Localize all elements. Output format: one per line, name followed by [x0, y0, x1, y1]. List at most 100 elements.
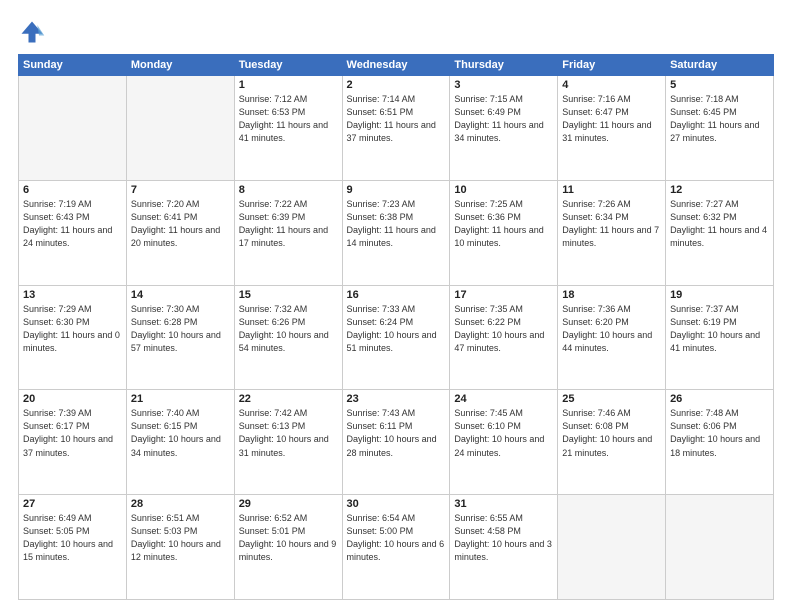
day-number: 2: [347, 79, 446, 91]
day-number: 21: [131, 393, 230, 405]
day-number: 19: [670, 289, 769, 301]
calendar-cell: 26 Sunrise: 7:48 AMSunset: 6:06 PMDayligh…: [666, 390, 774, 495]
day-detail: Sunrise: 7:35 AMSunset: 6:22 PMDaylight:…: [454, 303, 553, 355]
day-detail: Sunrise: 7:48 AMSunset: 6:06 PMDaylight:…: [670, 407, 769, 459]
day-number: 3: [454, 79, 553, 91]
day-number: 8: [239, 184, 338, 196]
logo-icon: [18, 18, 46, 46]
calendar-cell: 28 Sunrise: 6:51 AMSunset: 5:03 PMDayligh…: [126, 495, 234, 600]
day-detail: Sunrise: 7:22 AMSunset: 6:39 PMDaylight:…: [239, 198, 338, 250]
calendar-cell: 2 Sunrise: 7:14 AMSunset: 6:51 PMDaylight…: [342, 76, 450, 181]
day-detail: Sunrise: 7:30 AMSunset: 6:28 PMDaylight:…: [131, 303, 230, 355]
day-detail: Sunrise: 7:36 AMSunset: 6:20 PMDaylight:…: [562, 303, 661, 355]
calendar-cell: 24 Sunrise: 7:45 AMSunset: 6:10 PMDayligh…: [450, 390, 558, 495]
day-detail: Sunrise: 7:27 AMSunset: 6:32 PMDaylight:…: [670, 198, 769, 250]
day-number: 1: [239, 79, 338, 91]
logo: [18, 18, 50, 46]
day-number: 4: [562, 79, 661, 91]
day-number: 24: [454, 393, 553, 405]
calendar-cell: 8 Sunrise: 7:22 AMSunset: 6:39 PMDaylight…: [234, 180, 342, 285]
day-number: 10: [454, 184, 553, 196]
day-detail: Sunrise: 7:20 AMSunset: 6:41 PMDaylight:…: [131, 198, 230, 250]
day-detail: Sunrise: 7:45 AMSunset: 6:10 PMDaylight:…: [454, 407, 553, 459]
weekday-header: Monday: [126, 55, 234, 76]
calendar-cell: 30Sunrise: 6:54 AMSunset: 5:00 PMDayligh…: [342, 495, 450, 600]
day-detail: Sunrise: 7:39 AMSunset: 6:17 PMDaylight:…: [23, 407, 122, 459]
page: SundayMondayTuesdayWednesdayThursdayFrid…: [0, 0, 792, 612]
day-detail: Sunrise: 7:18 AMSunset: 6:45 PMDaylight:…: [670, 93, 769, 145]
day-detail: Sunrise: 7:15 AMSunset: 6:49 PMDaylight:…: [454, 93, 553, 145]
day-detail: Sunrise: 6:52 AMSunset: 5:01 PMDaylight:…: [239, 512, 338, 564]
calendar-cell: 1 Sunrise: 7:12 AMSunset: 6:53 PMDaylight…: [234, 76, 342, 181]
day-number: 27: [23, 498, 122, 510]
day-number: 30: [347, 498, 446, 510]
calendar-cell: [19, 76, 127, 181]
weekday-header: Sunday: [19, 55, 127, 76]
calendar-cell: 9Sunrise: 7:23 AMSunset: 6:38 PMDaylight…: [342, 180, 450, 285]
day-number: 6: [23, 184, 122, 196]
day-number: 22: [239, 393, 338, 405]
day-detail: Sunrise: 6:49 AMSunset: 5:05 PMDaylight:…: [23, 512, 122, 564]
calendar-cell: [558, 495, 666, 600]
day-detail: Sunrise: 7:37 AMSunset: 6:19 PMDaylight:…: [670, 303, 769, 355]
day-number: 5: [670, 79, 769, 91]
day-number: 29: [239, 498, 338, 510]
weekday-header: Tuesday: [234, 55, 342, 76]
calendar-cell: 27 Sunrise: 6:49 AMSunset: 5:05 PMDayligh…: [19, 495, 127, 600]
day-detail: Sunrise: 7:43 AMSunset: 6:11 PMDaylight:…: [347, 407, 446, 459]
calendar-cell: 15 Sunrise: 7:32 AMSunset: 6:26 PMDayligh…: [234, 285, 342, 390]
calendar-cell: 22 Sunrise: 7:42 AMSunset: 6:13 PMDayligh…: [234, 390, 342, 495]
calendar-cell: 13Sunrise: 7:29 AMSunset: 6:30 PMDayligh…: [19, 285, 127, 390]
day-number: 31: [454, 498, 553, 510]
day-detail: Sunrise: 6:55 AMSunset: 4:58 PMDaylight:…: [454, 512, 553, 564]
day-detail: Sunrise: 7:32 AMSunset: 6:26 PMDaylight:…: [239, 303, 338, 355]
day-detail: Sunrise: 6:51 AMSunset: 5:03 PMDaylight:…: [131, 512, 230, 564]
calendar-cell: 3 Sunrise: 7:15 AMSunset: 6:49 PMDaylight…: [450, 76, 558, 181]
calendar-cell: 14 Sunrise: 7:30 AMSunset: 6:28 PMDayligh…: [126, 285, 234, 390]
day-detail: Sunrise: 7:23 AMSunset: 6:38 PMDaylight:…: [347, 198, 446, 250]
weekday-header: Saturday: [666, 55, 774, 76]
day-number: 26: [670, 393, 769, 405]
weekday-header: Friday: [558, 55, 666, 76]
calendar-cell: 7 Sunrise: 7:20 AMSunset: 6:41 PMDaylight…: [126, 180, 234, 285]
day-number: 20: [23, 393, 122, 405]
calendar-cell: 5 Sunrise: 7:18 AMSunset: 6:45 PMDaylight…: [666, 76, 774, 181]
day-number: 23: [347, 393, 446, 405]
calendar-cell: 29 Sunrise: 6:52 AMSunset: 5:01 PMDayligh…: [234, 495, 342, 600]
day-detail: Sunrise: 7:29 AMSunset: 6:30 PMDaylight:…: [23, 303, 122, 355]
weekday-header: Thursday: [450, 55, 558, 76]
calendar-cell: 12 Sunrise: 7:27 AMSunset: 6:32 PMDayligh…: [666, 180, 774, 285]
calendar-cell: 23 Sunrise: 7:43 AMSunset: 6:11 PMDayligh…: [342, 390, 450, 495]
calendar-table: SundayMondayTuesdayWednesdayThursdayFrid…: [18, 54, 774, 600]
day-detail: Sunrise: 7:26 AMSunset: 6:34 PMDaylight:…: [562, 198, 661, 250]
day-number: 25: [562, 393, 661, 405]
day-number: 17: [454, 289, 553, 301]
calendar-cell: [666, 495, 774, 600]
calendar-cell: 10Sunrise: 7:25 AMSunset: 6:36 PMDayligh…: [450, 180, 558, 285]
calendar-cell: 11 Sunrise: 7:26 AMSunset: 6:34 PMDayligh…: [558, 180, 666, 285]
calendar-cell: 21 Sunrise: 7:40 AMSunset: 6:15 PMDayligh…: [126, 390, 234, 495]
calendar-cell: 25 Sunrise: 7:46 AMSunset: 6:08 PMDayligh…: [558, 390, 666, 495]
calendar-cell: 18 Sunrise: 7:36 AMSunset: 6:20 PMDayligh…: [558, 285, 666, 390]
day-number: 28: [131, 498, 230, 510]
day-detail: Sunrise: 7:46 AMSunset: 6:08 PMDaylight:…: [562, 407, 661, 459]
day-detail: Sunrise: 7:12 AMSunset: 6:53 PMDaylight:…: [239, 93, 338, 145]
header: [18, 18, 774, 46]
day-detail: Sunrise: 7:40 AMSunset: 6:15 PMDaylight:…: [131, 407, 230, 459]
calendar-cell: 17 Sunrise: 7:35 AMSunset: 6:22 PMDayligh…: [450, 285, 558, 390]
day-number: 18: [562, 289, 661, 301]
calendar-cell: [126, 76, 234, 181]
day-detail: Sunrise: 7:42 AMSunset: 6:13 PMDaylight:…: [239, 407, 338, 459]
day-number: 7: [131, 184, 230, 196]
day-detail: Sunrise: 7:33 AMSunset: 6:24 PMDaylight:…: [347, 303, 446, 355]
calendar-cell: 20 Sunrise: 7:39 AMSunset: 6:17 PMDayligh…: [19, 390, 127, 495]
calendar-cell: 6Sunrise: 7:19 AMSunset: 6:43 PMDaylight…: [19, 180, 127, 285]
calendar-cell: 19 Sunrise: 7:37 AMSunset: 6:19 PMDayligh…: [666, 285, 774, 390]
day-number: 15: [239, 289, 338, 301]
day-number: 12: [670, 184, 769, 196]
calendar-cell: 16Sunrise: 7:33 AMSunset: 6:24 PMDayligh…: [342, 285, 450, 390]
day-number: 11: [562, 184, 661, 196]
day-number: 14: [131, 289, 230, 301]
day-detail: Sunrise: 7:14 AMSunset: 6:51 PMDaylight:…: [347, 93, 446, 145]
weekday-header: Wednesday: [342, 55, 450, 76]
